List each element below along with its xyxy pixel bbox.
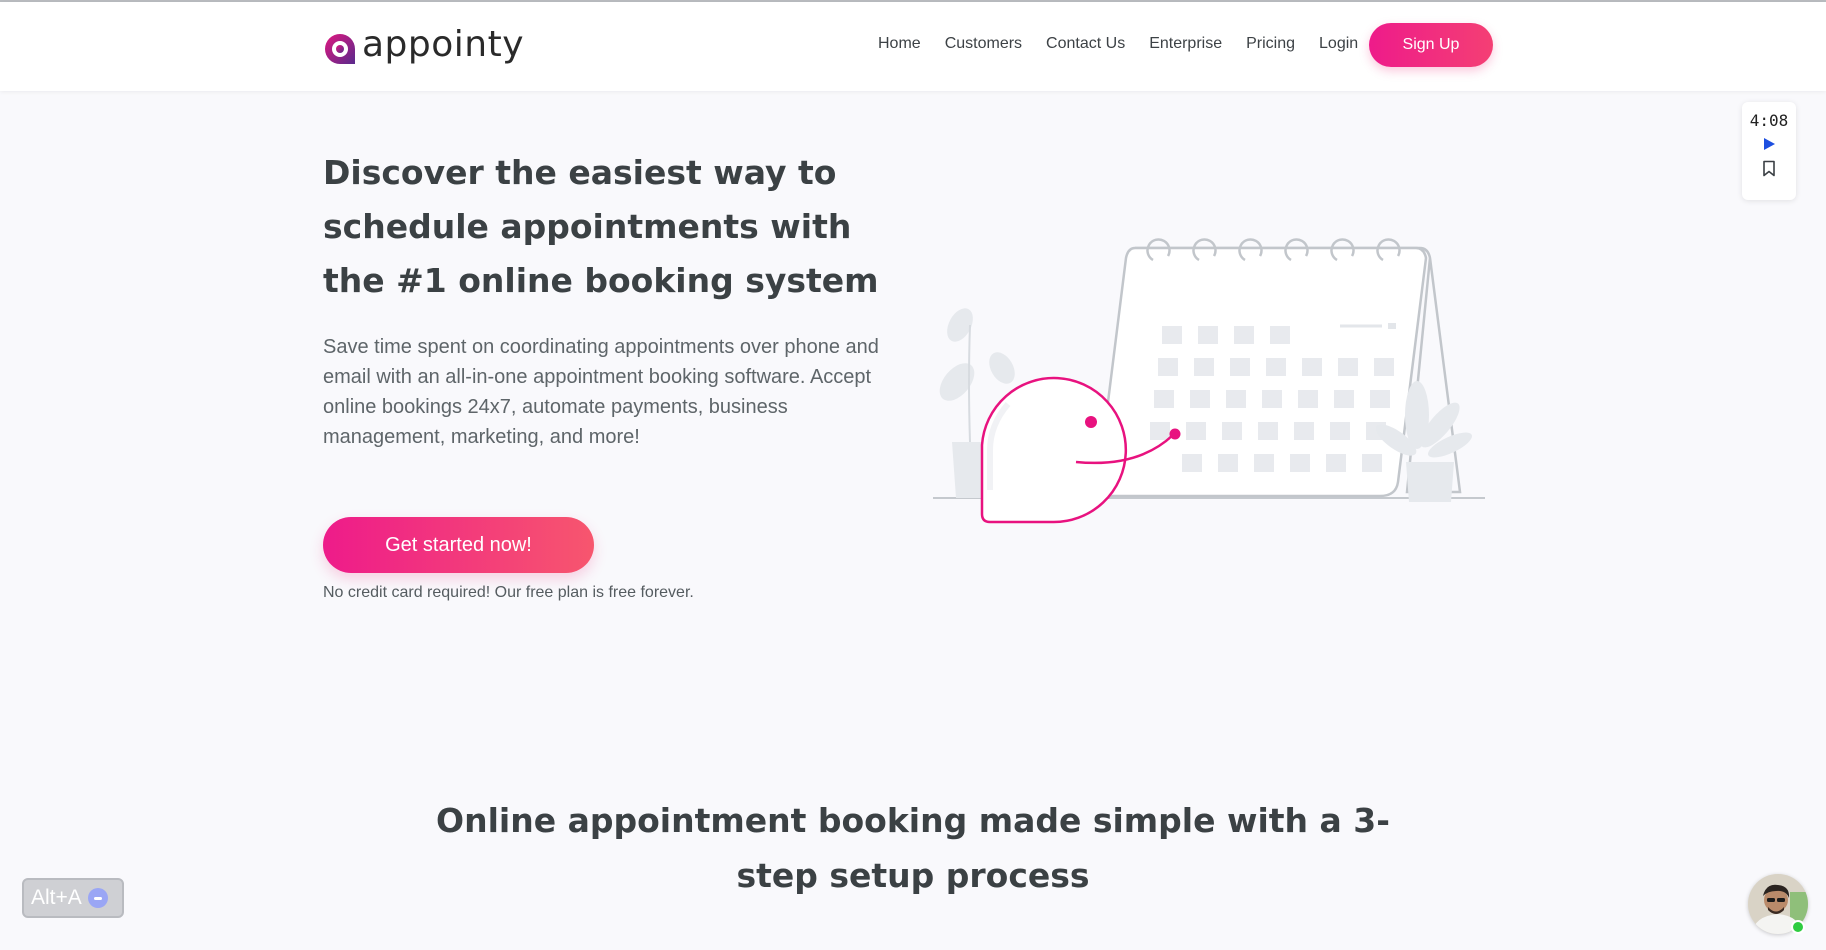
nav-login[interactable]: Login <box>1319 35 1358 53</box>
hero-description: Save time spent on coordinating appointm… <box>323 336 879 448</box>
hero-title: Discover the easiest way to schedule app… <box>323 153 879 300</box>
bookmark-icon[interactable] <box>1762 160 1776 177</box>
main-nav: Home Customers Contact Us Enterprise Pri… <box>878 35 1358 53</box>
nav-contact-us[interactable]: Contact Us <box>1046 35 1125 53</box>
play-icon[interactable] <box>1763 138 1775 150</box>
accessibility-widget[interactable]: Alt+A <box>22 878 124 918</box>
calendar-illustration <box>933 238 1485 524</box>
logo-wordmark: appointy <box>362 24 525 65</box>
get-started-button[interactable]: Get started now! <box>323 517 594 573</box>
nav-pricing[interactable]: Pricing <box>1246 35 1295 53</box>
cta-note: No credit card required! Our free plan i… <box>323 584 694 601</box>
section-title: Online appointment booking made simple w… <box>436 801 1390 895</box>
signup-button[interactable]: Sign Up <box>1369 23 1493 67</box>
nav-customers[interactable]: Customers <box>945 35 1022 53</box>
logo-mark-icon <box>325 34 355 64</box>
online-status-badge <box>1791 920 1805 934</box>
site-header: appointy Home Customers Contact Us Enter… <box>0 2 1826 91</box>
nav-enterprise[interactable]: Enterprise <box>1149 35 1222 53</box>
logo[interactable]: appointy <box>323 27 524 71</box>
calendar-body <box>1096 238 1462 498</box>
accessibility-shortcut-label: Alt+A <box>31 886 82 909</box>
video-time: 4:08 <box>1749 111 1789 130</box>
audio-icon <box>87 888 108 908</box>
video-widget: 4:08 <box>1742 102 1796 200</box>
nav-home[interactable]: Home <box>878 35 921 53</box>
